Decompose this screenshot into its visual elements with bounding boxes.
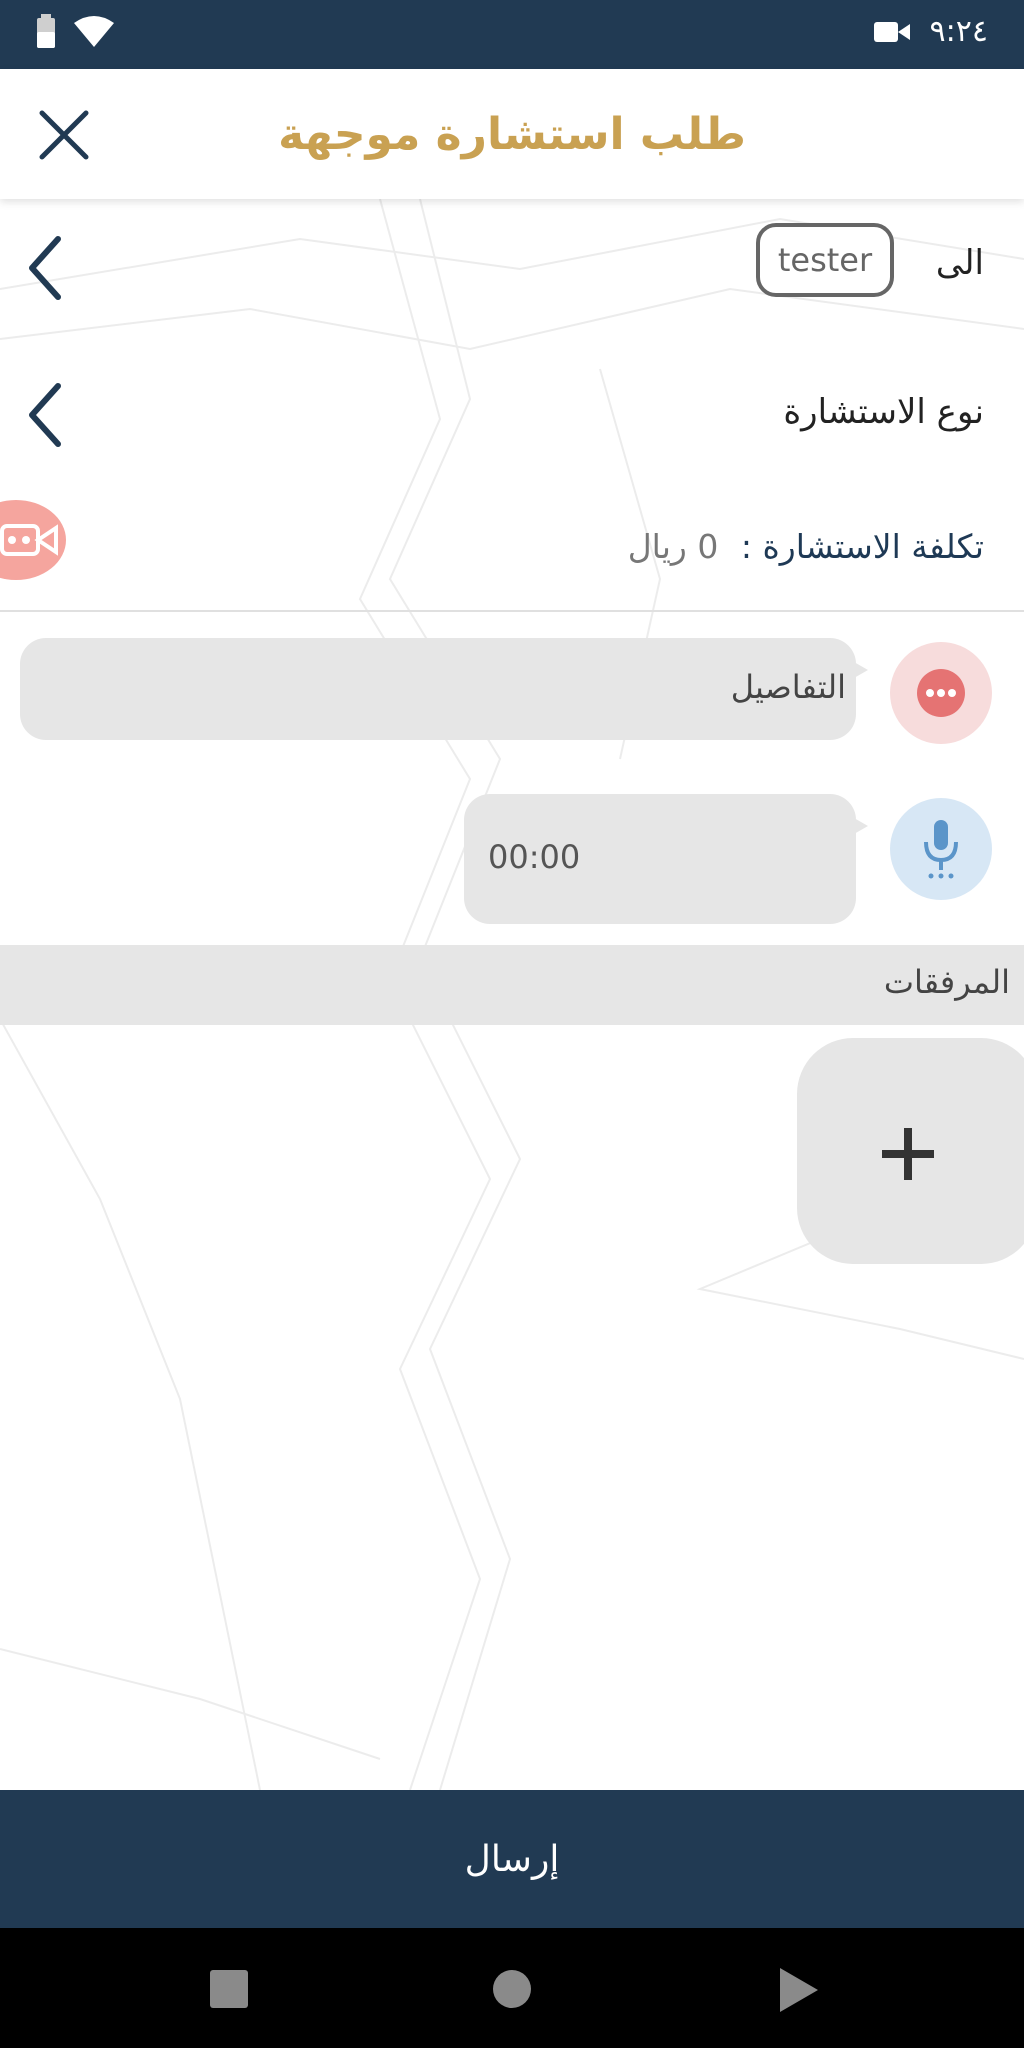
system-nav-bar <box>0 1928 1024 2048</box>
cost-value: 0 ريال <box>627 527 719 566</box>
status-time: ٩:٢٤ <box>929 14 988 49</box>
video-camera-icon <box>873 21 910 42</box>
video-camera-icon <box>0 524 58 556</box>
send-button-label: إرسال <box>464 1838 560 1880</box>
audio-duration: 00:00 <box>488 838 581 876</box>
recent-apps-button[interactable] <box>210 1970 248 2008</box>
wifi-icon <box>74 16 114 47</box>
audio-duration-display: 00:00 <box>464 794 868 924</box>
consultation-cost: تكلفة الاستشارة : 0 ريال <box>628 527 984 566</box>
microphone-icon <box>924 820 958 879</box>
record-audio-button[interactable] <box>890 798 992 900</box>
chevron-left-icon[interactable] <box>24 380 68 450</box>
consultation-type-label: نوع الاستشارة <box>783 392 984 432</box>
attachments-header: المرفقات <box>0 945 1024 1025</box>
details-input[interactable]: التفاصيل <box>20 638 868 740</box>
recipient-label: الى <box>935 243 984 283</box>
dots-icon <box>917 669 965 717</box>
battery-icon <box>37 14 55 48</box>
chevron-left-icon[interactable] <box>24 233 68 303</box>
details-placeholder: التفاصيل <box>730 668 846 706</box>
cost-label: تكلفة الاستشارة : <box>740 527 984 566</box>
divider <box>0 610 1024 612</box>
status-bar: ٩:٢٤ <box>0 0 1024 69</box>
consultation-type-row[interactable]: نوع الاستشارة <box>0 350 1024 480</box>
app-header: طلب استشارة موجهة <box>0 69 1024 199</box>
send-button[interactable]: إرسال <box>0 1790 1024 1928</box>
details-icon-button[interactable] <box>890 642 992 744</box>
recipient-chip[interactable]: tester <box>756 223 894 297</box>
home-button[interactable] <box>493 1970 531 2008</box>
back-button[interactable] <box>780 1968 818 2012</box>
page-title: طلب استشارة موجهة <box>278 109 746 160</box>
attachments-title: المرفقات <box>883 963 1010 1001</box>
add-attachment-button[interactable] <box>797 1038 1024 1264</box>
